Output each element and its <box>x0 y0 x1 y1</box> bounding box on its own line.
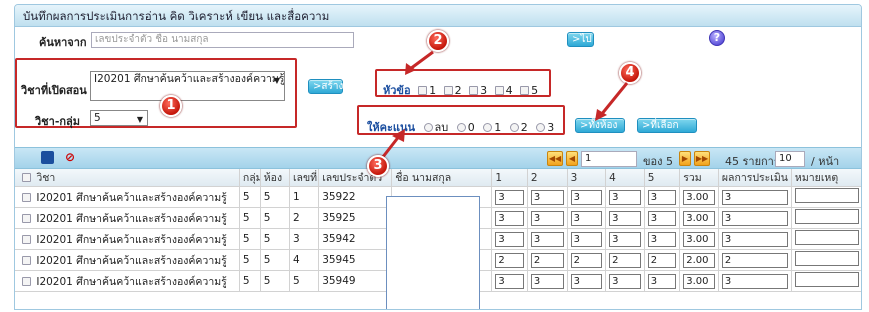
evaluation-panel: บันทึกผลการประเมินการอ่าน คิด วิเคราะห์ … <box>14 4 862 310</box>
annotation-arrows <box>377 50 629 163</box>
arrow-4 <box>599 82 629 116</box>
badge-3: 3 <box>367 155 389 177</box>
arrow-3-head <box>392 129 405 142</box>
arrow-2 <box>409 50 434 71</box>
